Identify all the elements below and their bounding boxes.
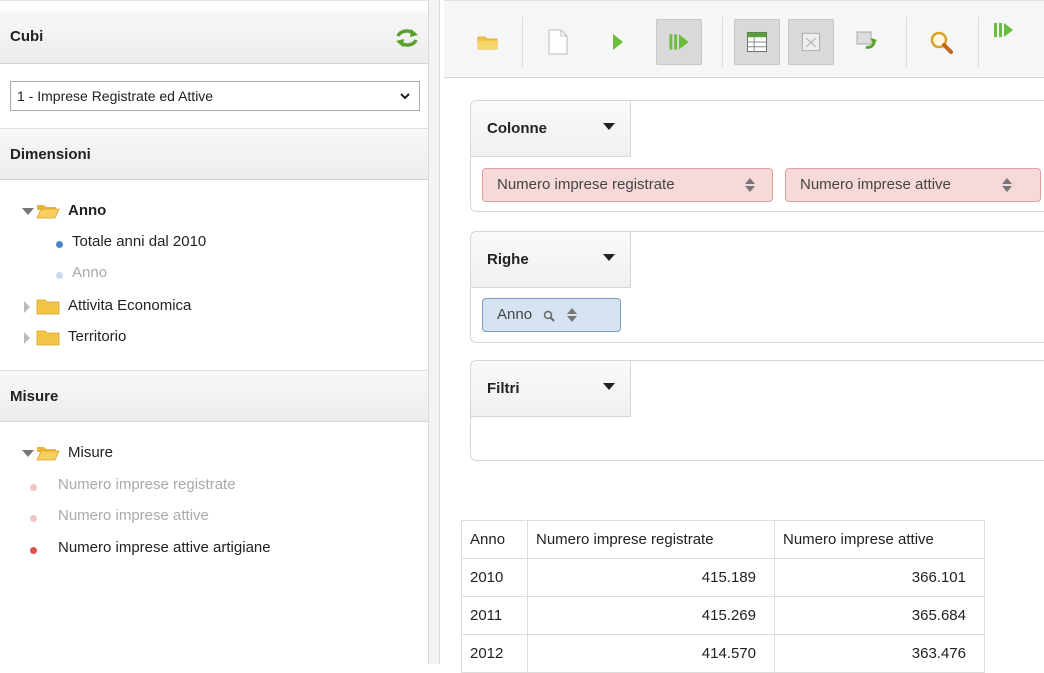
toolbar-divider (522, 17, 523, 67)
search-icon[interactable] (543, 310, 555, 322)
tree-node-attivita[interactable]: Attivita Economica (24, 296, 274, 318)
tree-node-territorio[interactable]: Territorio (24, 327, 224, 349)
column-chip-attive[interactable]: Numero imprese attive (785, 168, 1041, 202)
rows-tab[interactable]: Righe (471, 232, 631, 288)
rows-label: Righe (487, 251, 529, 268)
caret-down-icon[interactable] (603, 383, 615, 390)
tree-label-attivita: Attivita Economica (68, 297, 192, 314)
zoom-icon[interactable] (918, 19, 964, 65)
table-row: 2011 415.269 365.684 (461, 596, 985, 635)
cube-select[interactable]: 1 - Imprese Registrate ed Attive (10, 81, 420, 111)
refresh-icon[interactable] (394, 27, 420, 49)
dimensions-title: Dimensioni (10, 146, 91, 163)
folder-icon (36, 330, 60, 346)
row-header-cell: 2010 (461, 558, 528, 597)
measure-item[interactable]: Numero imprese attive (30, 506, 330, 528)
tree-leaf-anno-level[interactable]: Anno (56, 263, 256, 285)
cubes-header: Cubi (0, 11, 428, 64)
measure-label: Numero imprese registrate (58, 476, 236, 493)
dimension-dot-icon (56, 241, 63, 248)
toolbar-divider (722, 17, 723, 67)
auto-run-icon[interactable] (656, 19, 702, 65)
collapsed-arrow-icon[interactable] (24, 332, 30, 344)
measure-label: Numero imprese attive artigiane (58, 539, 271, 556)
filters-label: Filtri (487, 380, 520, 397)
column-header[interactable]: Numero imprese attive (774, 520, 985, 559)
tree-label-anno: Anno (68, 202, 107, 219)
open-folder-icon (36, 205, 60, 219)
value-cell: 365.684 (774, 596, 985, 635)
measure-item[interactable]: Numero imprese registrate (30, 475, 330, 497)
tree-label-misure: Misure (68, 444, 114, 461)
measure-dot-icon (30, 484, 37, 491)
drill-icon[interactable] (984, 7, 1030, 53)
open-folder-icon[interactable] (464, 19, 510, 65)
tree-node-anno[interactable]: Anno (22, 201, 222, 223)
sort-icon[interactable] (745, 178, 755, 192)
collapsed-arrow-icon[interactable] (24, 301, 30, 313)
swap-axes-icon[interactable] (842, 19, 888, 65)
row-header-cell: 2011 (461, 596, 528, 635)
columns-label: Colonne (487, 120, 547, 137)
chip-label: Anno (497, 306, 533, 323)
toolbar-divider (978, 17, 979, 67)
tree-label-territorio: Territorio (68, 328, 127, 345)
run-icon[interactable] (594, 19, 640, 65)
expanded-arrow-icon[interactable] (22, 450, 34, 457)
tree-label-anno-level: Anno (72, 264, 108, 281)
row-header-cell: 2012 (461, 634, 528, 673)
tree-node-misure[interactable]: Misure (22, 443, 222, 465)
open-folder-icon (36, 447, 60, 461)
folder-icon (36, 299, 60, 315)
measures-title: Misure (10, 388, 59, 405)
measure-dot-icon (30, 547, 37, 554)
chip-label: Numero imprese attive (800, 176, 951, 193)
caret-down-icon[interactable] (603, 123, 615, 130)
columns-zone[interactable]: Colonne Numero imprese registrate Numero… (470, 100, 1044, 212)
sidebar: Cubi 1 - Imprese Registrate ed Attive Di… (0, 0, 428, 664)
cubes-title: Cubi (10, 28, 44, 45)
measure-dot-icon (30, 515, 37, 522)
value-cell: 414.570 (527, 634, 775, 673)
tree-leaf-totale[interactable]: Totale anni dal 2010 (56, 232, 316, 254)
filters-zone[interactable]: Filtri (470, 360, 1044, 461)
measure-label: Numero imprese attive (58, 507, 209, 524)
row-chip-anno[interactable]: Anno (482, 298, 621, 332)
sort-icon[interactable] (567, 308, 577, 322)
rows-zone[interactable]: Righe Anno (470, 231, 1044, 343)
table-header-row: Anno Numero imprese registrate Numero im… (461, 520, 985, 559)
chip-label: Numero imprese registrate (497, 176, 675, 193)
value-cell: 415.189 (527, 558, 775, 597)
dimensions-header: Dimensioni (0, 128, 428, 180)
panel-splitter[interactable] (428, 0, 440, 664)
measure-item[interactable]: Numero imprese attive artigiane (30, 538, 370, 560)
result-table: Anno Numero imprese registrate Numero im… (461, 520, 985, 673)
cube-select-value: 1 - Imprese Registrate ed Attive (17, 88, 214, 104)
table-row: 2010 415.189 366.101 (461, 558, 985, 597)
tree-label-totale: Totale anni dal 2010 (72, 233, 207, 250)
toolbar-divider (906, 17, 907, 67)
column-chip-registrate[interactable]: Numero imprese registrate (482, 168, 773, 202)
table-row: 2012 414.570 363.476 (461, 634, 985, 673)
new-document-icon[interactable] (534, 19, 580, 65)
dimension-dot-icon (56, 272, 63, 279)
sort-icon[interactable] (1002, 178, 1012, 192)
value-cell: 363.476 (774, 634, 985, 673)
expanded-arrow-icon[interactable] (22, 208, 34, 215)
chevron-down-icon (400, 93, 410, 100)
hide-empty-icon[interactable] (788, 19, 834, 65)
toolbar (444, 0, 1044, 78)
caret-down-icon[interactable] (603, 254, 615, 261)
filters-tab[interactable]: Filtri (471, 361, 631, 417)
measures-header: Misure (0, 370, 428, 422)
value-cell: 415.269 (527, 596, 775, 635)
show-fields-icon[interactable] (734, 19, 780, 65)
columns-tab[interactable]: Colonne (471, 101, 631, 157)
value-cell: 366.101 (774, 558, 985, 597)
column-header[interactable]: Anno (461, 520, 528, 559)
column-header[interactable]: Numero imprese registrate (527, 520, 775, 559)
